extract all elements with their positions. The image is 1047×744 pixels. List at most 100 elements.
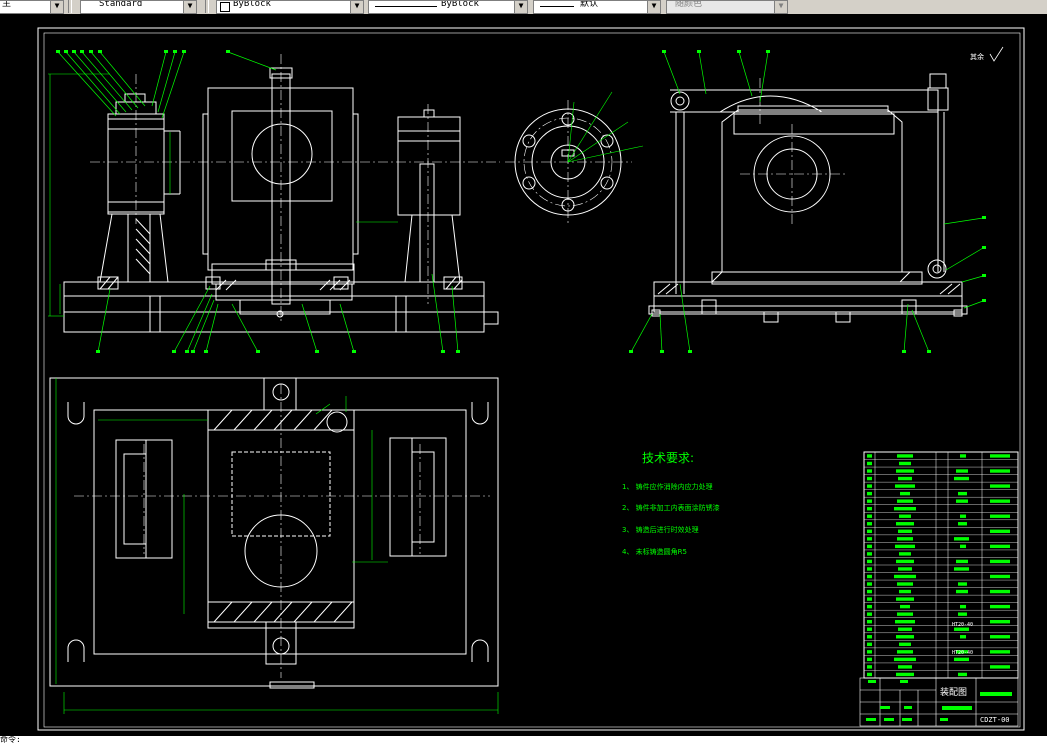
parts-list-index-fill [867,522,872,526]
parts-list-name-fill [894,506,916,511]
parts-list-index-fill [867,597,872,601]
material-code: HT20-40 [952,622,973,628]
parts-list-material-fill [954,657,969,662]
chevron-down-icon[interactable]: ▼ [350,1,363,13]
parts-list-material-fill [956,499,968,503]
chevron-down-icon[interactable]: ▼ [50,1,63,13]
parts-list-material-fill [958,612,967,616]
line-preview-icon [540,6,574,7]
parts-list-index-fill [867,642,872,646]
parts-list-name-fill [896,522,914,526]
parts-list-name-fill [898,529,912,533]
text-style-combo[interactable]: Standard ▼ [80,0,197,14]
parts-list-name-fill [895,619,915,624]
chevron-down-icon[interactable]: ▼ [774,1,787,13]
parts-list: HT20-40 HT20-40 [863,451,1019,679]
chevron-down-icon[interactable]: ▼ [647,1,660,13]
parts-list-index-fill [867,574,872,579]
side-view [648,73,968,323]
parts-list-index-fill [867,544,872,549]
parts-list-index-fill [867,454,872,458]
parts-list-index-fill [867,612,872,616]
parts-list-material-fill [954,537,969,541]
color-value: 随颜色 [675,0,703,9]
parts-list-material-fill [960,544,966,549]
color-combo[interactable]: 随颜色 ▼ [666,0,788,14]
parts-list-name-fill [897,650,913,654]
parts-list-index-fill [867,552,872,556]
parts-list-note-fill [990,650,1010,654]
parts-list-note-fill [990,665,1010,669]
layer-combo[interactable]: 主 ▼ [0,0,64,14]
parts-list-note-fill [990,454,1010,458]
flange-leaders [567,91,644,163]
command-line[interactable]: 命令: [0,736,1047,744]
side-view-centerlines [740,78,846,224]
side-view-leader-tags [629,50,986,353]
parts-list-name-fill [898,665,912,669]
parts-list-note-fill [990,604,1010,609]
parts-list-name-fill [894,657,916,662]
parts-list-note-fill [990,589,1010,594]
parts-list-index-fill [867,567,872,571]
text-style-value: Standard [99,0,143,9]
parts-list-material-fill [956,559,968,564]
top-view-centerlines [74,384,490,678]
parts-list-name-fill [897,612,913,616]
parts-list-material-fill [960,604,966,609]
drawing-name: 装配图 [940,686,967,698]
parts-list-name-fill [900,604,910,609]
parts-list-name-fill [897,582,913,586]
parts-list-name-fill [895,484,915,488]
parts-list-index-fill [867,582,872,586]
parts-list-material-fill [958,522,967,526]
parts-list-index-fill [867,461,872,466]
linetype-combo[interactable]: ByBlock ▼ [216,0,364,14]
parts-list-index-fill [867,529,872,533]
parts-list-material-fill [958,672,967,677]
parts-list-name-fill [896,559,914,564]
parts-list-note-fill [990,499,1010,503]
parts-list-note-fill [990,559,1010,564]
chevron-down-icon[interactable]: ▼ [183,1,196,13]
parts-list-name-fill [899,461,911,466]
parts-list-note-fill [990,544,1010,549]
parts-list-name-fill [900,491,910,496]
parts-list-material-fill [960,454,966,458]
drawing-canvas[interactable]: 其余 技术要求: 1、 铸件应作消除内应力处理 2、 铸件非加工内表面涂防锈漆 … [0,14,1047,736]
tech-requirement-item: 4、 未标铸造圆角R5 [622,547,687,556]
material-code: HT20-40 [952,650,973,656]
parts-list-index-fill [867,604,872,609]
parts-list-name-fill [897,454,913,458]
parts-list-name-fill [896,597,914,601]
parts-list-name-fill [896,635,914,639]
parts-list-index-fill [867,657,872,662]
parts-list-name-fill [897,499,913,503]
tech-requirement-item: 1、 铸件应作消除内应力处理 [622,482,713,491]
roughness-symbol-icon [989,46,1004,62]
tech-requirement-item: 2、 铸件非加工内表面涂防锈漆 [622,503,720,512]
parts-list-index-fill [867,619,872,624]
parts-list-note-fill [990,635,1010,639]
parts-list-material-fill [956,469,968,473]
line-preview-icon [375,6,437,7]
lineweight-value: ByBlock [441,0,479,9]
parts-list-name-fill [897,537,913,541]
plot-style-combo[interactable]: 默认 ▼ [533,0,661,14]
toolbar-separator [68,0,72,13]
parts-list-name-fill [898,627,912,631]
parts-list-note-fill [990,484,1010,488]
parts-list-index-fill [867,650,872,654]
parts-list-material-fill [954,476,969,481]
parts-list-index-fill [867,672,872,677]
parts-list-material-fill [956,589,968,594]
parts-list-material-fill [954,567,969,571]
parts-list-index-fill [867,469,872,473]
parts-list-index-fill [867,514,872,518]
parts-list-name-fill [896,672,914,677]
parts-list-material-fill [958,491,967,496]
lineweight-combo[interactable]: ByBlock ▼ [368,0,528,14]
chevron-down-icon[interactable]: ▼ [514,1,527,13]
drawing-code: CDZT-00 [980,716,1010,724]
parts-list-index-fill [867,499,872,503]
